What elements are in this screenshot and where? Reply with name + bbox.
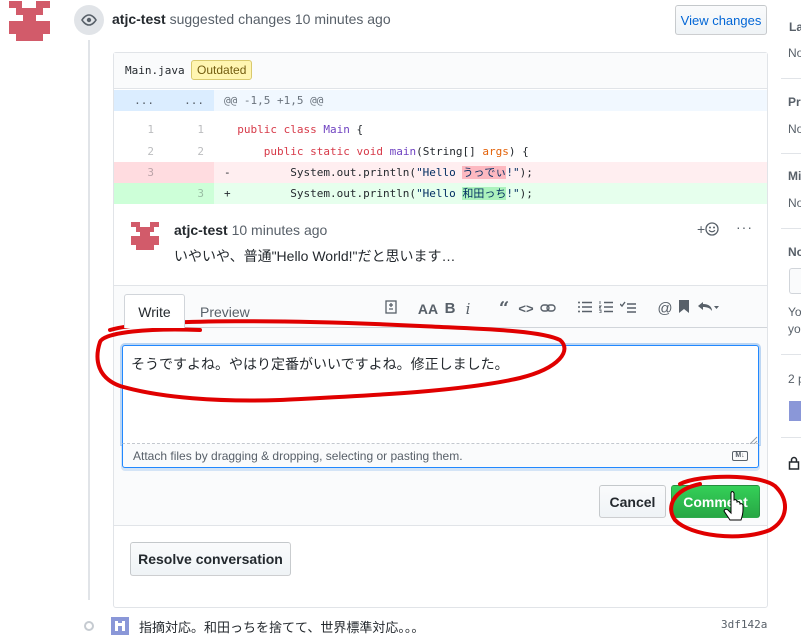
sidebar-labels-heading[interactable]: La: [789, 20, 801, 34]
hunk-expand-left[interactable]: ...: [114, 90, 164, 111]
sidebar-divider: [781, 354, 801, 355]
hunk-expand-right[interactable]: ...: [164, 90, 214, 111]
suggestion-icon[interactable]: [382, 299, 400, 318]
diff-hunk-row[interactable]: ... ... @@ -1,5 +1,5 @@: [114, 90, 767, 111]
mention-icon[interactable]: @: [657, 300, 673, 317]
code-line: + System.out.println("Hello 和田っち!");: [224, 187, 533, 200]
new-line-number: [164, 162, 214, 183]
sidebar-labels-value: No: [788, 46, 801, 60]
commit-message-link[interactable]: 指摘対応。和田っちを捨てて、世界標準対応。。。: [139, 617, 424, 636]
comment-button[interactable]: Comment: [671, 485, 760, 518]
tab-write[interactable]: Write: [124, 294, 185, 328]
add-reaction-icon[interactable]: +: [697, 221, 719, 237]
sidebar-divider: [781, 437, 801, 438]
old-line-number[interactable]: 3: [114, 162, 164, 183]
markdown-icon[interactable]: M↓: [732, 451, 748, 461]
task-list-icon[interactable]: [619, 300, 637, 317]
participant-avatar[interactable]: [789, 401, 801, 421]
resolve-conversation-button[interactable]: Resolve conversation: [130, 542, 291, 576]
sidebar-divider: [781, 228, 801, 229]
sidebar-notify-text: Yo: [788, 305, 801, 319]
reply-icon[interactable]: [695, 300, 721, 317]
italic-icon[interactable]: i: [461, 300, 475, 318]
sidebar-subscribe-button[interactable]: [789, 268, 801, 294]
sidebar-milestone-value: No: [788, 196, 801, 210]
diff-line: 2 2 public static void main(String[] arg…: [114, 141, 767, 162]
review-header: atjc-test suggested changes 10 minutes a…: [112, 11, 391, 27]
attach-files-bar[interactable]: Attach files by dragging & dropping, sel…: [122, 444, 759, 468]
saved-reply-icon[interactable]: [677, 300, 691, 317]
sidebar-milestone-heading[interactable]: Mi: [788, 169, 801, 183]
ordered-list-icon[interactable]: [597, 300, 614, 317]
code-line: public static void main(String[] args) {: [263, 145, 529, 158]
code-line: public class Main {: [237, 123, 364, 136]
sidebar-divider: [781, 78, 801, 79]
commenter-avatar[interactable]: [131, 222, 159, 250]
new-line-number[interactable]: 3: [164, 183, 214, 204]
comment-author-link[interactable]: atjc-test: [174, 222, 228, 238]
old-line-number: [114, 183, 164, 204]
comment-header: atjc-test 10 minutes ago: [174, 222, 327, 238]
reviewer-avatar[interactable]: [9, 1, 50, 41]
cancel-button[interactable]: Cancel: [599, 485, 666, 518]
hunk-header: @@ -1,5 +1,5 @@: [224, 94, 324, 107]
review-action-text: suggested changes 10 minutes ago: [169, 11, 391, 27]
file-header: Main.java Outdated: [114, 53, 767, 89]
new-line-number[interactable]: 1: [164, 119, 214, 140]
code-icon[interactable]: <>: [517, 301, 535, 316]
attach-hint: Attach files by dragging & dropping, sel…: [133, 449, 463, 463]
unordered-list-icon[interactable]: [577, 300, 593, 317]
sidebar-participants-heading: 2 p: [788, 372, 801, 386]
markdown-toolbar: AA B i “ <> @: [382, 298, 721, 319]
tabs-divider: [114, 327, 767, 328]
diff-line-deleted: 3 - System.out.println("Hello うっでぃ!");: [114, 162, 767, 183]
old-line-number[interactable]: 1: [114, 119, 164, 140]
diff-line: 1 1 public class Main {: [114, 119, 767, 140]
heading-icon[interactable]: AA: [417, 301, 439, 317]
file-name[interactable]: Main.java: [125, 64, 185, 77]
lock-icon[interactable]: [788, 456, 800, 473]
sidebar-notifications-heading: No: [788, 245, 801, 259]
code-line: - System.out.println("Hello うっでぃ!");: [224, 166, 533, 179]
reply-composer: Write Preview AA B i “ <> @ そうですよね。やはり定番…: [114, 285, 767, 526]
comment-body: いやいや、普通"Hello World!"だと思います…: [174, 248, 456, 264]
sidebar-notify-text: yo: [788, 322, 801, 336]
comment-timestamp[interactable]: 10 minutes ago: [232, 222, 328, 238]
commit-row: 指摘対応。和田っちを捨てて、世界標準対応。。。 3df142a: [80, 614, 770, 638]
tab-preview[interactable]: Preview: [200, 304, 250, 320]
view-changes-button[interactable]: View changes: [675, 5, 767, 35]
new-line-number[interactable]: 2: [164, 141, 214, 162]
link-icon[interactable]: [539, 300, 557, 317]
review-thread: Main.java Outdated ... ... @@ -1,5 +1,5 …: [113, 52, 768, 608]
sidebar-projects-heading[interactable]: Pr: [788, 95, 801, 109]
sidebar-projects-value: No: [788, 122, 801, 136]
diff-line-added: 3 + System.out.println("Hello 和田っち!");: [114, 183, 767, 204]
sidebar-divider: [781, 153, 801, 154]
commit-sha-link[interactable]: 3df142a: [721, 618, 767, 631]
kebab-menu-icon[interactable]: ···: [736, 219, 753, 235]
reply-textarea[interactable]: そうですよね。やはり定番がいいですよね。修正しました。: [122, 345, 759, 444]
outdated-badge: Outdated: [191, 60, 253, 80]
timeline-line: [88, 40, 90, 600]
old-line-number[interactable]: 2: [114, 141, 164, 162]
commit-icon: [84, 621, 94, 631]
review-author-link[interactable]: atjc-test: [112, 11, 166, 27]
bold-icon[interactable]: B: [443, 300, 457, 317]
eye-icon: [74, 5, 104, 35]
quote-icon[interactable]: “: [497, 298, 511, 319]
commit-author-avatar[interactable]: [111, 617, 129, 635]
